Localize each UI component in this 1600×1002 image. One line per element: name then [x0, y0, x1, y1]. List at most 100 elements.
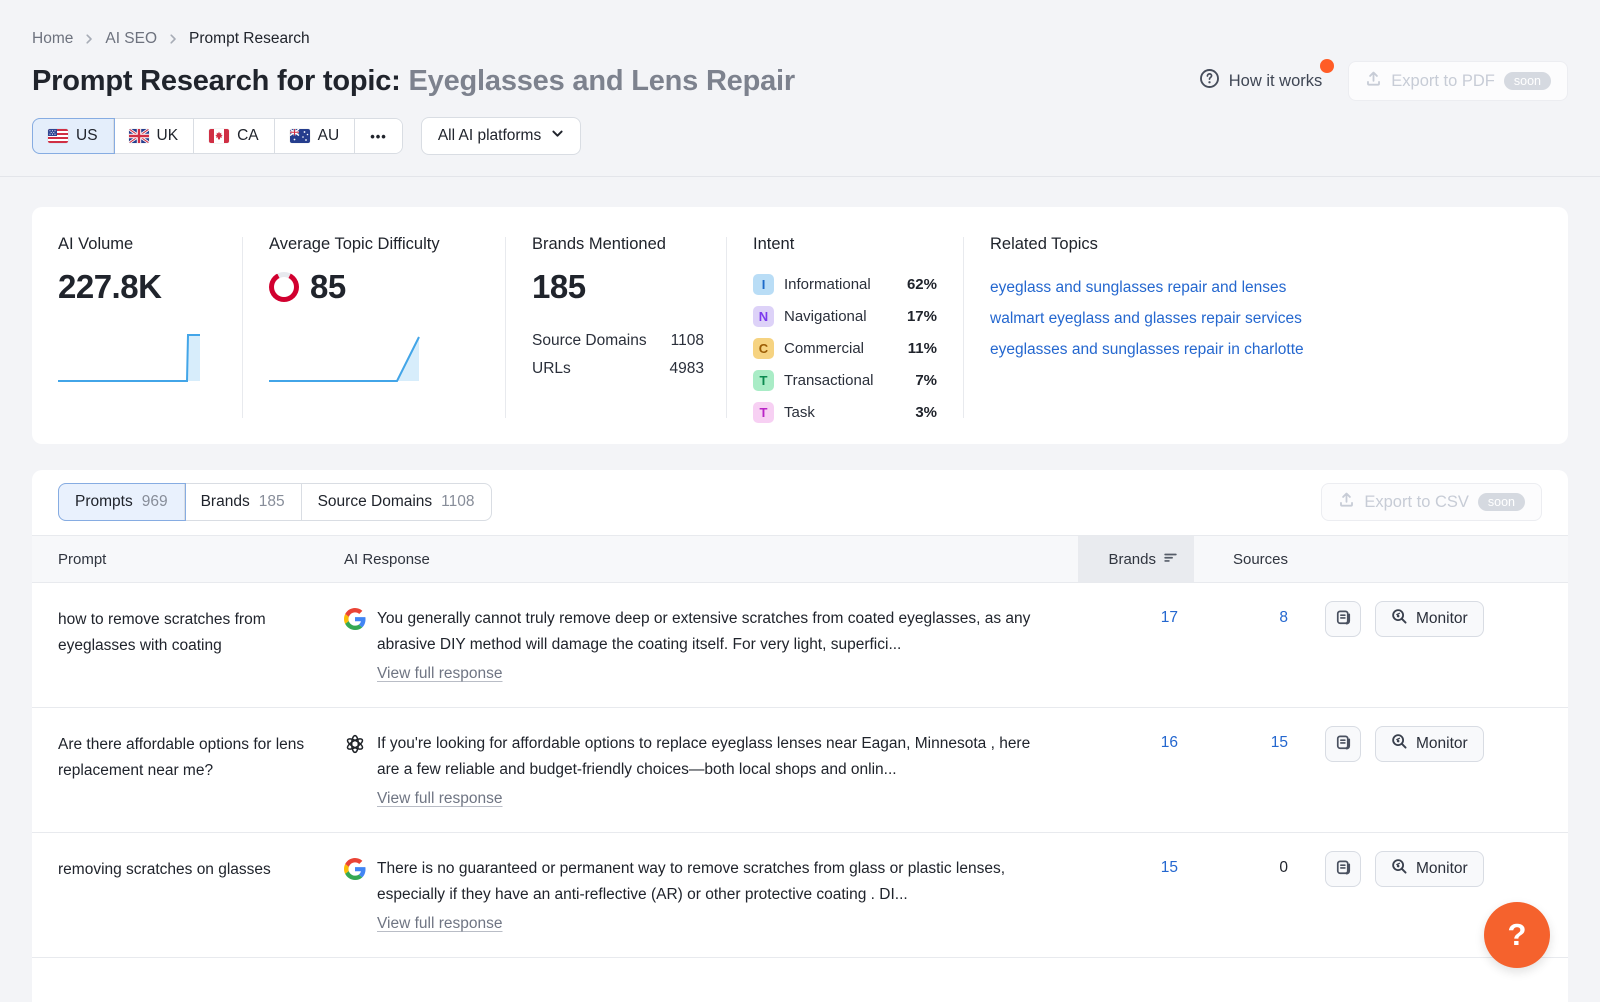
related-topic-link[interactable]: walmart eyeglass and glasses repair serv…: [990, 303, 1548, 334]
table-row: removing scratches on glasses There is n…: [32, 833, 1568, 958]
related-topic-link[interactable]: eyeglass and sunglasses repair and lense…: [990, 272, 1548, 303]
ai-volume-value: 227.8K: [58, 268, 222, 306]
intent-item-label: Transactional: [784, 372, 915, 389]
help-button[interactable]: ?: [1484, 902, 1550, 968]
view-full-response-link[interactable]: View full response: [377, 665, 503, 683]
related-topics-label: Related Topics: [990, 235, 1548, 254]
intent-badge-1: N: [753, 306, 774, 327]
country-label-us: US: [76, 127, 98, 145]
monitor-button[interactable]: Monitor: [1375, 726, 1484, 762]
au-flag-icon: [290, 129, 310, 143]
google-icon: [344, 608, 366, 683]
chevron-right-icon: [167, 33, 179, 45]
column-sources[interactable]: Sources: [1194, 551, 1298, 568]
country-tab-ca[interactable]: CA: [194, 119, 275, 153]
breadcrumb: Home AI SEO Prompt Research: [32, 30, 1568, 48]
monitor-magnifier-icon: [1391, 858, 1408, 880]
header-divider: [0, 176, 1600, 177]
intent-block: Intent I Informational 62% N Navigationa…: [727, 235, 963, 420]
country-tab-au[interactable]: AU: [275, 119, 356, 153]
view-full-response-link[interactable]: View full response: [377, 790, 503, 808]
table-tabs: Prompts 969 Brands 185 Source Domains 11…: [58, 483, 492, 521]
intent-item-pct: 3%: [915, 404, 937, 421]
intent-item-label: Navigational: [784, 308, 907, 325]
brands-mentioned-value: 185: [532, 268, 706, 306]
intent-item-label: Task: [784, 404, 915, 421]
chevron-down-icon: [551, 127, 564, 145]
tab-source-domains-count: 1108: [441, 493, 474, 511]
ai-volume-block: AI Volume 227.8K: [32, 235, 242, 420]
tab-brands-label: Brands: [201, 493, 250, 511]
intent-item-pct: 11%: [908, 340, 937, 357]
soon-badge: soon: [1478, 493, 1525, 511]
difficulty-label: Average Topic Difficulty: [269, 235, 485, 254]
intent-item-pct: 17%: [907, 308, 937, 325]
ai-platforms-value: All AI platforms: [438, 127, 541, 145]
ai-volume-label: AI Volume: [58, 235, 222, 254]
monitor-magnifier-icon: [1391, 733, 1408, 755]
ai-response-text: If you're looking for affordable options…: [377, 731, 1045, 783]
intent-row: T Transactional 7%: [753, 370, 937, 391]
difficulty-donut: [269, 272, 299, 302]
export-csv-label: Export to CSV: [1364, 493, 1469, 512]
country-tab-us[interactable]: US: [33, 119, 114, 153]
how-it-works-button[interactable]: How it works: [1199, 68, 1333, 94]
table-row: Are there affordable options for lens re…: [32, 708, 1568, 833]
intent-item-label: Commercial: [784, 340, 908, 357]
more-countries-button[interactable]: •••: [355, 119, 402, 153]
intent-badge-4: T: [753, 402, 774, 423]
intent-row: I Informational 62%: [753, 274, 937, 295]
prompt-text: how to remove scratches from eyeglasses …: [58, 583, 328, 659]
view-full-response-link[interactable]: View full response: [377, 915, 503, 933]
stats-card: AI Volume 227.8K Average Topic Difficult…: [32, 207, 1568, 444]
monitor-button[interactable]: Monitor: [1375, 851, 1484, 887]
country-label-uk: UK: [157, 127, 179, 145]
intent-item-label: Informational: [784, 276, 907, 293]
copy-response-button[interactable]: [1325, 726, 1361, 762]
related-topic-link[interactable]: eyeglasses and sunglasses repair in char…: [990, 334, 1548, 365]
sources-count-link[interactable]: 15: [1271, 734, 1288, 751]
intent-badge-3: T: [753, 370, 774, 391]
sources-count-link[interactable]: 8: [1279, 609, 1288, 626]
country-tab-uk[interactable]: UK: [114, 119, 195, 153]
intent-row: T Task 3%: [753, 402, 937, 423]
copy-response-button[interactable]: [1325, 601, 1361, 637]
difficulty-sparkline: [269, 332, 429, 384]
uk-flag-icon: [129, 129, 149, 143]
country-label-au: AU: [318, 127, 340, 145]
upload-icon: [1338, 491, 1355, 513]
brands-count-link[interactable]: 15: [1161, 859, 1178, 876]
export-csv-button[interactable]: Export to CSV soon: [1321, 483, 1542, 521]
document-copy-icon: [1335, 859, 1352, 879]
column-prompt[interactable]: Prompt: [58, 551, 344, 568]
column-brands[interactable]: Brands: [1078, 536, 1194, 582]
breadcrumb-ai-seo[interactable]: AI SEO: [105, 30, 157, 48]
ai-platforms-dropdown[interactable]: All AI platforms: [421, 117, 581, 155]
column-ai-response[interactable]: AI Response: [344, 551, 1078, 568]
monitor-button[interactable]: Monitor: [1375, 601, 1484, 637]
tab-prompts-count: 969: [142, 493, 168, 511]
upload-icon: [1365, 70, 1382, 92]
tab-source-domains[interactable]: Source Domains 1108: [302, 484, 491, 520]
breadcrumb-home[interactable]: Home: [32, 30, 73, 48]
tab-brands[interactable]: Brands 185: [185, 484, 302, 520]
prompt-text: removing scratches on glasses: [58, 833, 328, 883]
ai-volume-sparkline: [58, 332, 218, 384]
intent-row: C Commercial 11%: [753, 338, 937, 359]
copy-response-button[interactable]: [1325, 851, 1361, 887]
soon-badge: soon: [1504, 72, 1551, 90]
source-domains-value: 1108: [671, 332, 704, 350]
tab-prompts[interactable]: Prompts 969: [59, 484, 185, 520]
export-pdf-button[interactable]: Export to PDF soon: [1348, 61, 1568, 101]
monitor-label: Monitor: [1416, 735, 1468, 753]
brands-mentioned-block: Brands Mentioned 185 Source Domains 1108…: [506, 235, 726, 420]
related-topics-block: Related Topics eyeglass and sunglasses r…: [964, 235, 1568, 420]
tab-prompts-label: Prompts: [75, 493, 133, 511]
sources-count-value: 0: [1279, 859, 1288, 876]
urls-value: 4983: [670, 360, 704, 378]
brands-count-link[interactable]: 16: [1161, 734, 1178, 751]
sort-descending-icon: [1163, 550, 1178, 569]
country-label-ca: CA: [237, 127, 259, 145]
brands-count-link[interactable]: 17: [1161, 609, 1178, 626]
document-copy-icon: [1335, 734, 1352, 754]
